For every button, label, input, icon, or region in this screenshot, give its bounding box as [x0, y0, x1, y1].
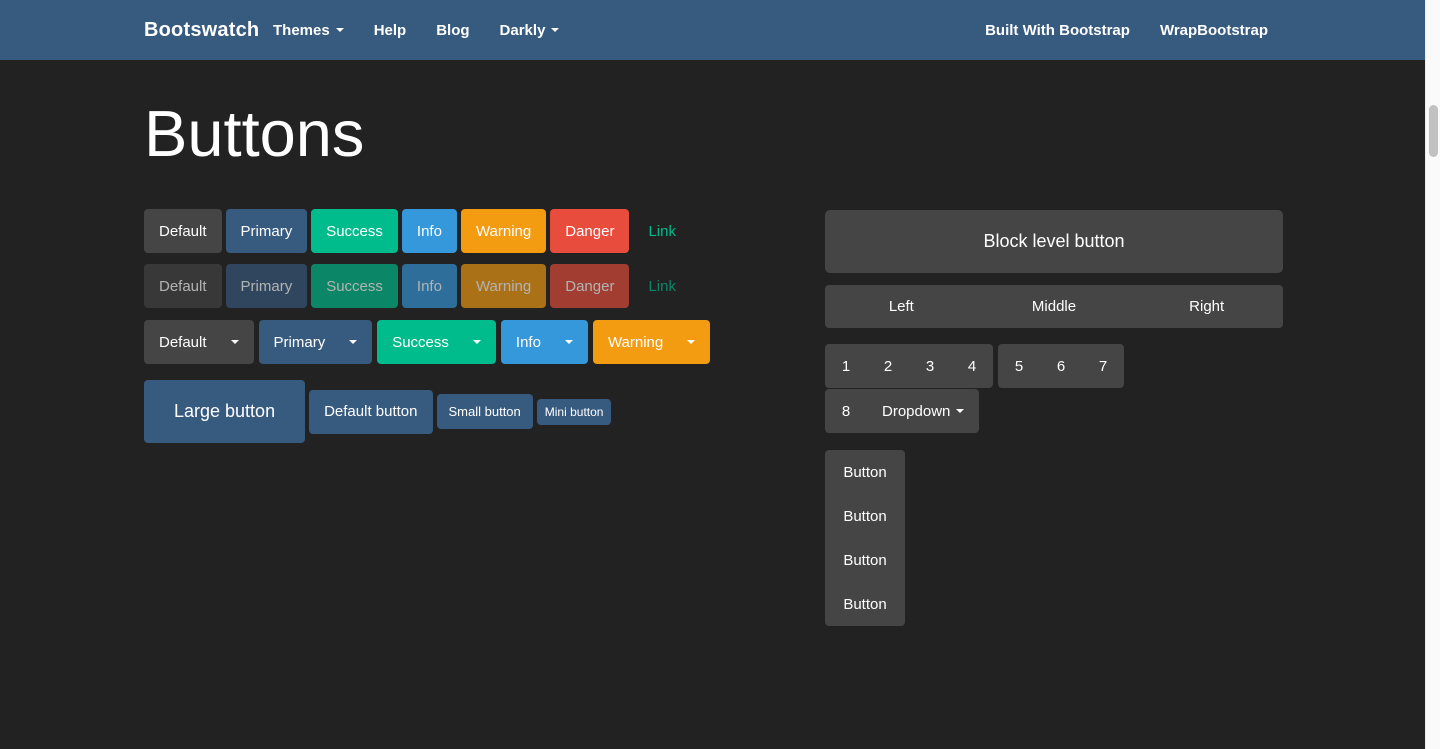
primary-button[interactable]: Primary	[225, 209, 308, 253]
nav-item-built-with-bootstrap[interactable]: Built With Bootstrap	[970, 0, 1145, 60]
success-button[interactable]: Success	[311, 209, 398, 253]
navbar-brand[interactable]: Bootswatch	[144, 19, 259, 42]
vertical-group-button[interactable]: Button	[825, 450, 905, 494]
vertical-group-button[interactable]: Button	[825, 582, 905, 626]
success-dropdown-button[interactable]: Success	[377, 320, 496, 364]
default-size-button[interactable]: Default button	[309, 389, 433, 434]
caret-down-icon	[349, 340, 358, 344]
button-row-disabled-variants: Default Primary Success Info Warning Dan…	[144, 264, 691, 308]
caret-down-icon	[230, 340, 239, 344]
warning-button[interactable]: Warning	[460, 209, 547, 253]
navbar-left-nav: Themes Help Blog Darkly	[258, 0, 574, 60]
dropdown-label: Default	[159, 333, 207, 351]
nav-item-label: Built With Bootstrap	[985, 21, 1130, 39]
warning-dropdown-button[interactable]: Warning	[592, 320, 711, 364]
caret-down-icon	[551, 28, 560, 32]
scrollbar-track[interactable]	[1425, 0, 1440, 749]
navbar: Bootswatch Themes Help Blog Darkly Built…	[0, 0, 1425, 60]
caret-down-icon	[564, 340, 573, 344]
nav-item-blog[interactable]: Blog	[421, 0, 484, 60]
button-row-dropdowns: Default Primary Success Info Warning	[144, 320, 711, 364]
danger-button[interactable]: Danger	[550, 209, 630, 253]
nav-item-themes[interactable]: Themes	[258, 0, 359, 60]
info-dropdown-button[interactable]: Info	[500, 320, 588, 364]
block-level-button[interactable]: Block level button	[825, 210, 1283, 273]
dropdown-label: Info	[515, 333, 541, 351]
scrollbar-thumb[interactable]	[1429, 105, 1438, 157]
vertical-group-button[interactable]: Button	[825, 494, 905, 538]
danger-button-disabled[interactable]: Danger	[550, 264, 630, 308]
toolbar-button-2[interactable]: 2	[867, 344, 909, 388]
toolbar-button-4[interactable]: 4	[951, 344, 993, 388]
primary-button-disabled[interactable]: Primary	[225, 264, 308, 308]
justified-middle-button[interactable]: Middle	[978, 285, 1131, 328]
toolbar-button-1[interactable]: 1	[825, 344, 867, 388]
justified-right-button[interactable]: Right	[1130, 285, 1283, 328]
small-button[interactable]: Small button	[436, 394, 533, 429]
dropdown-label: Success	[392, 333, 449, 351]
button-row-sizes: Large button Default button Small button…	[144, 380, 612, 443]
default-button-disabled[interactable]: Default	[144, 264, 222, 308]
page: Bootswatch Themes Help Blog Darkly Built…	[0, 0, 1440, 749]
justified-button-group: Left Middle Right	[825, 285, 1283, 328]
info-button-disabled[interactable]: Info	[401, 264, 457, 308]
toolbar-button-6[interactable]: 6	[1040, 344, 1082, 388]
toolbar-group-3: 8 Dropdown	[825, 389, 980, 433]
button-row-variants: Default Primary Success Info Warning Dan…	[144, 209, 691, 253]
caret-down-icon	[335, 28, 344, 32]
navbar-right-nav: Built With Bootstrap WrapBootstrap	[970, 0, 1283, 60]
toolbar-dropdown-button[interactable]: Dropdown	[867, 389, 979, 433]
mini-button[interactable]: Mini button	[536, 398, 612, 425]
link-button[interactable]: Link	[633, 209, 691, 253]
nav-item-darkly[interactable]: Darkly	[485, 0, 575, 60]
toolbar-button-3[interactable]: 3	[909, 344, 951, 388]
dropdown-label: Primary	[273, 333, 326, 351]
nav-item-help[interactable]: Help	[359, 0, 422, 60]
large-button[interactable]: Large button	[144, 380, 306, 443]
caret-down-icon	[956, 409, 965, 413]
toolbar-group-2: 5 6 7	[998, 344, 1124, 388]
toolbar-button-5[interactable]: 5	[998, 344, 1040, 388]
vertical-button-group: Button Button Button Button	[825, 450, 905, 626]
nav-item-label: Darkly	[499, 21, 546, 39]
warning-button-disabled[interactable]: Warning	[460, 264, 547, 308]
vertical-group-button[interactable]: Button	[825, 538, 905, 582]
toolbar-button-7[interactable]: 7	[1082, 344, 1124, 388]
justified-left-button[interactable]: Left	[825, 285, 978, 328]
caret-down-icon	[687, 340, 696, 344]
dropdown-label: Dropdown	[882, 402, 951, 420]
success-button-disabled[interactable]: Success	[311, 264, 398, 308]
nav-item-label: WrapBootstrap	[1159, 21, 1268, 39]
link-button-disabled[interactable]: Link	[633, 264, 691, 308]
default-dropdown-button[interactable]: Default	[144, 320, 254, 364]
nav-item-label: Help	[373, 21, 407, 39]
toolbar-button-8[interactable]: 8	[825, 389, 867, 433]
dropdown-label: Warning	[607, 333, 664, 351]
toolbar-group-1: 1 2 3 4	[825, 344, 993, 388]
info-button[interactable]: Info	[401, 209, 457, 253]
default-button[interactable]: Default	[144, 209, 222, 253]
nav-item-label: Themes	[273, 21, 330, 39]
nav-item-wrapbootstrap[interactable]: WrapBootstrap	[1145, 0, 1283, 60]
primary-dropdown-button[interactable]: Primary	[258, 320, 373, 364]
caret-down-icon	[472, 340, 481, 344]
page-title: Buttons	[144, 97, 365, 170]
nav-item-label: Blog	[436, 21, 470, 39]
